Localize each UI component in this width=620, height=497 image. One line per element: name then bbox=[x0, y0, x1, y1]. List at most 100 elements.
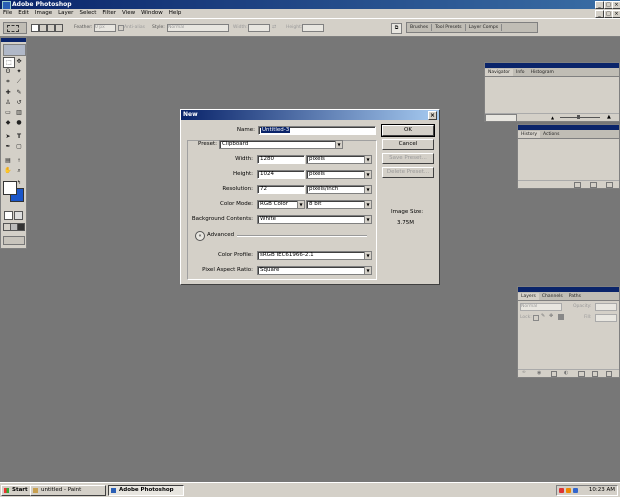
jump-to-imageready-icon[interactable] bbox=[3, 236, 25, 245]
palette-well-tool-presets[interactable]: Tool Presets bbox=[432, 24, 466, 31]
dialog-close-button[interactable]: × bbox=[428, 111, 437, 120]
advanced-label[interactable]: Advanced bbox=[207, 232, 234, 238]
palette-well-layer-comps[interactable]: Layer Comps bbox=[466, 24, 503, 31]
layer-mask-icon[interactable] bbox=[551, 371, 557, 377]
taskbar-item-photoshop[interactable]: Adobe Photoshop bbox=[108, 485, 184, 496]
width-unit-select[interactable]: pixels ▼ bbox=[306, 155, 372, 164]
menu-file[interactable]: File bbox=[0, 9, 15, 16]
swap-icon[interactable]: ⇄ bbox=[272, 24, 276, 30]
zoom-in-icon[interactable]: ▲ bbox=[607, 114, 611, 120]
opacity-input[interactable] bbox=[595, 303, 617, 311]
palette-well-brushes[interactable]: Brushes bbox=[407, 24, 433, 31]
zoom-out-icon[interactable]: ▲ bbox=[551, 115, 554, 120]
height-input[interactable]: 1024 bbox=[257, 170, 305, 179]
pen-tool-icon[interactable]: ✒ bbox=[3, 142, 13, 151]
tab-layers[interactable]: Layers bbox=[518, 293, 539, 300]
zoom-tool-icon[interactable]: ⌕ bbox=[14, 166, 24, 175]
background-contents-select[interactable]: White ▼ bbox=[257, 215, 372, 224]
zoom-slider-thumb[interactable] bbox=[577, 115, 580, 119]
delete-preset-button[interactable]: Delete Preset... bbox=[382, 167, 434, 178]
blur-tool-icon[interactable]: ◆ bbox=[3, 118, 13, 127]
tab-history[interactable]: History bbox=[518, 131, 541, 138]
quick-mask-icon[interactable] bbox=[14, 211, 23, 220]
minimize-button[interactable]: _ bbox=[595, 1, 604, 9]
menu-image[interactable]: Image bbox=[32, 9, 55, 16]
tab-paths[interactable]: Paths bbox=[566, 293, 584, 300]
zoom-slider[interactable] bbox=[560, 117, 600, 118]
history-brush-icon[interactable]: ↺ bbox=[14, 98, 24, 107]
preset-select[interactable]: Clipboard ▼ bbox=[219, 140, 343, 149]
tray-antivirus-icon[interactable] bbox=[559, 488, 564, 493]
foreground-color-swatch[interactable] bbox=[3, 181, 17, 195]
menu-edit[interactable]: Edit bbox=[15, 9, 32, 16]
standard-mode-icon[interactable] bbox=[4, 211, 13, 220]
start-button[interactable]: Start bbox=[1, 485, 31, 496]
dodge-tool-icon[interactable]: ● bbox=[14, 118, 24, 127]
lasso-tool-icon[interactable]: ʘ bbox=[3, 67, 13, 76]
menu-select[interactable]: Select bbox=[76, 9, 99, 16]
feather-input[interactable]: 0 px bbox=[94, 24, 116, 32]
menu-view[interactable]: View bbox=[119, 9, 138, 16]
advanced-toggle-icon[interactable]: « bbox=[195, 231, 205, 241]
lock-all-icon[interactable] bbox=[558, 314, 564, 320]
menu-window[interactable]: Window bbox=[138, 9, 166, 16]
notes-tool-icon[interactable]: ▤ bbox=[3, 156, 13, 165]
gradient-tool-icon[interactable]: ▥ bbox=[14, 108, 24, 117]
ok-button[interactable]: OK bbox=[381, 124, 435, 137]
file-browser-icon[interactable]: ⧉ bbox=[391, 23, 402, 34]
close-button[interactable]: × bbox=[612, 1, 620, 9]
style-select[interactable]: Normal bbox=[167, 24, 229, 32]
new-layer-icon[interactable] bbox=[592, 371, 598, 377]
color-profile-select[interactable]: sRGB IEC61966-2.1 ▼ bbox=[257, 251, 372, 260]
height-unit-select[interactable]: pixels ▼ bbox=[306, 170, 372, 179]
layer-style-icon[interactable]: ◉ bbox=[537, 370, 541, 376]
menu-help[interactable]: Help bbox=[166, 9, 185, 16]
link-layers-icon[interactable]: ∞ bbox=[522, 370, 526, 375]
delete-layer-icon[interactable] bbox=[606, 371, 612, 377]
brush-tool-icon[interactable]: ✎ bbox=[14, 88, 24, 97]
resolution-unit-select[interactable]: pixels/inch ▼ bbox=[306, 185, 372, 194]
tray-network-icon[interactable] bbox=[573, 488, 578, 493]
menu-filter[interactable]: Filter bbox=[99, 9, 119, 16]
subtract-selection-icon[interactable] bbox=[47, 24, 55, 32]
cancel-button[interactable]: Cancel bbox=[382, 139, 434, 150]
save-preset-button[interactable]: Save Preset... bbox=[382, 153, 434, 164]
tab-channels[interactable]: Channels bbox=[539, 293, 566, 300]
screen-mode-full-icon[interactable] bbox=[17, 223, 25, 231]
width-input[interactable] bbox=[248, 24, 270, 32]
magic-wand-icon[interactable]: ✦ bbox=[14, 67, 24, 76]
tab-histogram[interactable]: Histogram bbox=[528, 69, 557, 76]
bit-depth-select[interactable]: 8 bit ▼ bbox=[306, 200, 372, 209]
trash-icon[interactable] bbox=[606, 182, 613, 188]
zoom-input[interactable] bbox=[485, 114, 517, 122]
adjustment-layer-icon[interactable]: ◐ bbox=[564, 370, 568, 376]
menu-layer[interactable]: Layer bbox=[55, 9, 76, 16]
eraser-tool-icon[interactable]: ▭ bbox=[3, 108, 13, 117]
new-selection-icon[interactable] bbox=[31, 24, 39, 32]
lock-position-icon[interactable]: ✥ bbox=[549, 313, 553, 319]
doc-close-button[interactable]: × bbox=[612, 10, 620, 18]
add-selection-icon[interactable] bbox=[39, 24, 47, 32]
swap-colors-icon[interactable]: ↰ bbox=[17, 180, 21, 186]
hand-tool-icon[interactable]: ✋ bbox=[3, 166, 13, 175]
path-selection-icon[interactable]: ➤ bbox=[3, 132, 13, 141]
height-input[interactable] bbox=[302, 24, 324, 32]
pixel-aspect-ratio-select[interactable]: Square ▼ bbox=[257, 266, 372, 275]
slice-tool-icon[interactable]: ⟋ bbox=[14, 77, 24, 86]
resolution-input[interactable]: 72 bbox=[257, 185, 305, 194]
new-group-icon[interactable] bbox=[578, 371, 585, 377]
crop-tool-icon[interactable]: ⌗ bbox=[3, 77, 13, 86]
photoshop-logo[interactable] bbox=[3, 44, 26, 56]
blend-mode-select[interactable]: Normal bbox=[520, 303, 562, 311]
tray-shield-icon[interactable] bbox=[566, 488, 571, 493]
width-input[interactable]: 1280 bbox=[257, 155, 305, 164]
new-snapshot-icon[interactable] bbox=[590, 182, 597, 188]
intersect-selection-icon[interactable] bbox=[55, 24, 63, 32]
lock-transparency-icon[interactable] bbox=[533, 315, 539, 321]
shape-tool-icon[interactable]: ▢ bbox=[14, 142, 24, 151]
tab-actions[interactable]: Actions bbox=[540, 131, 562, 138]
type-tool-icon[interactable]: T bbox=[14, 132, 24, 141]
tab-navigator[interactable]: Navigator bbox=[485, 69, 514, 76]
taskbar-item-paint[interactable]: untitled - Paint bbox=[30, 485, 106, 496]
name-input[interactable]: Untitled-3 bbox=[258, 126, 376, 135]
